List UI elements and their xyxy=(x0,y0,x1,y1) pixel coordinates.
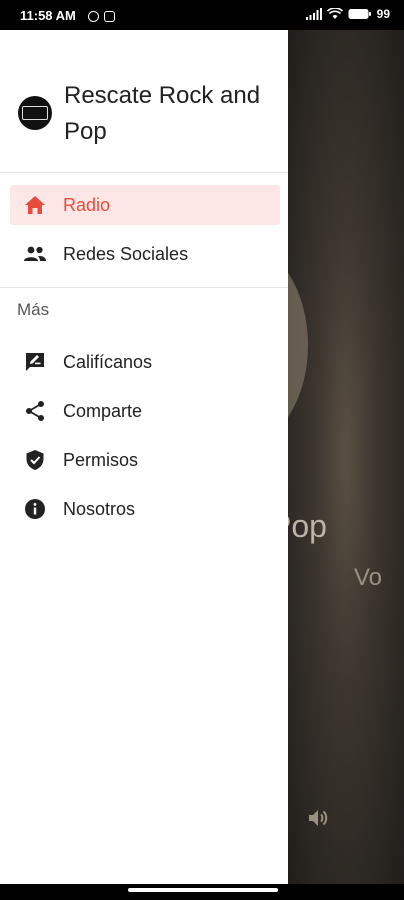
section-divider xyxy=(0,287,288,288)
app-title: Rescate Rock and Pop xyxy=(64,82,261,145)
notification-icon xyxy=(88,11,99,22)
background-subtitle: Vo xyxy=(354,564,383,591)
menu-item-radio[interactable]: Radio xyxy=(10,185,280,225)
header-divider xyxy=(0,172,288,173)
shield-icon xyxy=(23,448,47,472)
album-art xyxy=(288,245,308,445)
menu-item-permisos[interactable]: Permisos xyxy=(10,440,280,480)
menu-item-label: Califícanos xyxy=(63,351,153,372)
menu-item-label: Radio xyxy=(63,194,111,215)
volume-icon[interactable] xyxy=(306,806,330,830)
instagram-icon xyxy=(104,11,115,22)
navigation-drawer: Rescate Rock and Pop Radio Redes Sociale… xyxy=(0,30,288,884)
menu-item-nosotros[interactable]: Nosotros xyxy=(10,489,280,529)
navigation-bar xyxy=(0,884,404,900)
background-player[interactable]: Pop Vo xyxy=(288,30,404,884)
menu-item-label: Comparte xyxy=(63,400,143,421)
rate-review-icon xyxy=(23,350,47,374)
status-time: 11:58 AM xyxy=(20,8,76,23)
home-icon xyxy=(23,193,47,217)
menu-item-redes-sociales[interactable]: Redes Sociales xyxy=(10,234,280,274)
info-icon xyxy=(23,497,47,521)
app-logo xyxy=(18,96,52,130)
menu-item-calificanos[interactable]: Califícanos xyxy=(10,342,280,382)
background-title: Pop xyxy=(288,508,327,544)
section-title-mas: Más xyxy=(17,300,50,319)
home-gesture-handle[interactable] xyxy=(128,888,278,892)
wifi-icon xyxy=(326,8,343,19)
signal-icon xyxy=(305,8,322,20)
status-right: 99 xyxy=(305,7,390,21)
menu-item-label: Permisos xyxy=(63,449,139,470)
people-icon xyxy=(23,242,47,266)
menu-item-comparte[interactable]: Comparte xyxy=(10,391,280,431)
drawer-header: Rescate Rock and Pop xyxy=(0,30,288,172)
share-icon xyxy=(23,399,47,423)
battery-icon xyxy=(348,9,371,19)
battery-percent: 99 xyxy=(376,7,390,21)
menu-item-label: Nosotros xyxy=(63,498,136,519)
menu-item-label: Redes Sociales xyxy=(63,243,189,264)
status-bar: 11:58 AM 99 xyxy=(0,0,404,30)
